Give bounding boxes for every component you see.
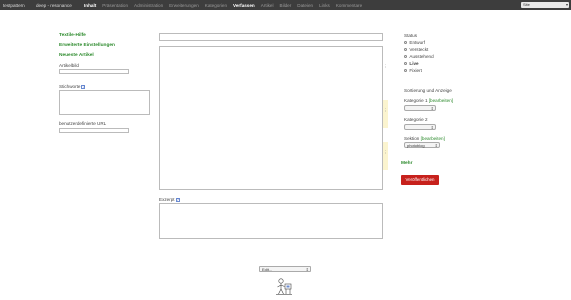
category2-select[interactable]: ⇕ <box>404 124 436 130</box>
section-label: Sektion [bearbeiten] <box>404 136 445 141</box>
chevron-down-icon: ▾ <box>565 2 568 7</box>
radio-icon[interactable] <box>404 54 408 59</box>
body-scroll-marker-2 <box>383 142 388 170</box>
more-link[interactable]: Mehr <box>401 161 412 166</box>
chevron-updown-icon: ⇕ <box>430 125 434 130</box>
custom-url-input[interactable] <box>59 128 129 133</box>
advanced-options-link[interactable]: Erweiterte Einstellungen <box>59 43 115 48</box>
category1-label-text: Kategorie 1 <box>404 98 428 103</box>
section-select[interactable]: photoblog ⇕ <box>404 142 440 148</box>
tab-praesentation[interactable]: Präsentation <box>102 3 128 8</box>
site-slogan: deep - resonance <box>36 2 72 8</box>
status-fixiert-label: Fixiert <box>409 68 422 73</box>
category1-select[interactable]: ⇕ <box>404 105 436 111</box>
chevron-updown-icon: ⇕ <box>434 143 438 148</box>
tab-erweiterungen[interactable]: Erweiterungen <box>169 3 199 8</box>
keywords-textarea[interactable] <box>59 90 150 115</box>
radio-icon[interactable] <box>404 40 408 45</box>
tab-inhalt[interactable]: Inhalt <box>84 3 96 8</box>
tab-dateien[interactable]: Dateien <box>297 3 313 8</box>
excerpt-textarea[interactable] <box>159 203 383 239</box>
resize-grip-icon[interactable]: · · · <box>385 149 387 156</box>
tab-kommentare[interactable]: Kommentare <box>336 3 362 8</box>
category1-label: Kategorie 1 [bearbeiten] <box>404 98 453 103</box>
footer-edit-select[interactable]: Edit... ⇕ <box>259 266 311 272</box>
keywords-label-text: Stichworte <box>59 84 81 89</box>
section-select-value: photoblog <box>407 143 425 148</box>
body-scroll-marker <box>383 100 388 128</box>
help-icon[interactable]: ? <box>81 85 86 89</box>
section-edit-link[interactable]: [bearbeiten] <box>421 136 445 141</box>
radio-icon[interactable] <box>404 68 408 73</box>
status-versteckt-label: Versteckt <box>409 47 429 52</box>
status-label: Status <box>404 33 418 38</box>
keywords-label: Stichworte? <box>59 84 86 89</box>
article-image-input[interactable] <box>59 69 129 74</box>
status-fixiert[interactable]: Fixiert <box>404 68 422 73</box>
category-edit-link[interactable]: [bearbeiten] <box>429 98 453 103</box>
title-input[interactable] <box>159 33 383 41</box>
tab-administration[interactable]: Administration <box>134 3 163 8</box>
resize-grip-icon[interactable]: · · · <box>385 107 387 114</box>
status-live[interactable]: Live <box>404 61 419 66</box>
tab-bilder[interactable]: Bilder <box>280 3 292 8</box>
status-ausstehend[interactable]: Ausstehend <box>404 54 434 59</box>
top-navigation-bar: testpattern deep - resonance Inhalt Präs… <box>0 0 571 10</box>
excerpt-label: Exzerpt? <box>159 197 180 202</box>
recent-articles-link[interactable]: Neueste Artikel <box>59 53 94 58</box>
status-entwurf-label: Entwurf <box>409 40 425 45</box>
tab-verfassen[interactable]: Verfassen <box>233 3 255 8</box>
chevron-updown-icon: ⇕ <box>430 106 434 111</box>
view-site-select[interactable]: Site ▾ <box>521 2 569 8</box>
custom-url-label: benutzerdefinierte URL <box>59 121 107 126</box>
site-name[interactable]: testpattern <box>0 3 36 8</box>
textile-help-link[interactable]: Textile-Hilfe <box>59 33 86 38</box>
chevron-updown-icon: ⇕ <box>305 267 309 272</box>
status-live-label: Live <box>409 61 419 66</box>
radio-icon[interactable] <box>404 47 408 52</box>
article-image-label: Artikelbild <box>59 63 79 68</box>
section-label-text: Sektion <box>404 136 420 141</box>
sort-display-label: Sortierung und Anzeige <box>404 88 452 93</box>
resize-grip-icon[interactable]: · · · <box>385 63 387 70</box>
status-ausstehend-label: Ausstehend <box>409 54 434 59</box>
excerpt-label-text: Exzerpt <box>159 197 175 202</box>
footer-mascot-icon <box>276 278 292 295</box>
radio-selected-icon[interactable] <box>404 61 408 66</box>
tab-links[interactable]: Links <box>319 3 330 8</box>
status-versteckt[interactable]: Versteckt <box>404 47 428 52</box>
tab-kategorien[interactable]: Kategorien <box>205 3 227 8</box>
footer-edit-select-value: Edit... <box>262 267 273 272</box>
category2-label: Kategorie 2 <box>404 117 428 122</box>
view-site-select-value: Site <box>523 2 530 7</box>
tab-artikel[interactable]: Artikel <box>261 3 274 8</box>
status-entwurf[interactable]: Entwurf <box>404 40 425 45</box>
publish-button[interactable]: Veröffentlichen <box>401 175 439 185</box>
body-textarea[interactable] <box>159 46 383 190</box>
help-icon[interactable]: ? <box>175 198 180 202</box>
